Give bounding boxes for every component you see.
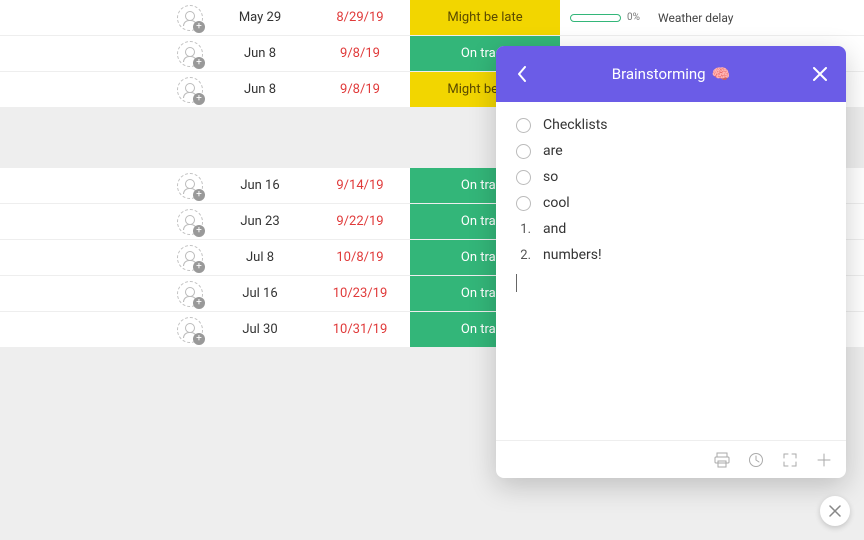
close-chip[interactable] — [820, 496, 850, 526]
numbered-item[interactable]: 2. numbers! — [516, 242, 826, 268]
number-marker: 2. — [516, 248, 531, 263]
start-date: Jun 16 — [210, 178, 310, 193]
due-date: 9/8/19 — [310, 82, 410, 97]
assign-person-icon: + — [177, 41, 203, 67]
due-date: 9/8/19 — [310, 46, 410, 61]
assign-person-icon: + — [177, 5, 203, 31]
chevron-left-icon — [517, 66, 527, 82]
brain-emoji-icon: 🧠 — [712, 65, 731, 83]
start-date: Jul 30 — [210, 322, 310, 337]
note-cell[interactable]: Weather delay — [650, 11, 864, 25]
history-icon — [748, 452, 764, 468]
due-date: 10/31/19 — [310, 322, 410, 337]
assign-cell[interactable]: + — [170, 41, 210, 67]
numbered-item[interactable]: 1. and — [516, 216, 826, 242]
add-button[interactable] — [816, 452, 832, 468]
checklist-text: cool — [543, 195, 570, 211]
close-button[interactable] — [810, 64, 830, 84]
printer-icon — [714, 452, 730, 468]
history-button[interactable] — [748, 452, 764, 468]
panel-title-text: Brainstorming — [612, 65, 706, 83]
assign-cell[interactable]: + — [170, 245, 210, 271]
checklist-item[interactable]: Checklists — [516, 112, 826, 138]
checklist-item[interactable]: cool — [516, 190, 826, 216]
brainstorming-panel: Brainstorming 🧠 Checklists are so cool 1… — [496, 46, 846, 478]
assign-person-icon: + — [177, 281, 203, 307]
checklist-text: are — [543, 143, 563, 159]
checkbox-icon[interactable] — [516, 144, 531, 159]
start-date: May 29 — [210, 10, 310, 25]
assign-person-icon: + — [177, 173, 203, 199]
back-button[interactable] — [512, 64, 532, 84]
assign-person-icon: + — [177, 209, 203, 235]
panel-header: Brainstorming 🧠 — [496, 46, 846, 102]
start-date: Jul 8 — [210, 250, 310, 265]
checklist-item[interactable]: so — [516, 164, 826, 190]
progress-cell[interactable]: 0% — [560, 12, 650, 23]
assign-cell[interactable]: + — [170, 5, 210, 31]
checklist-text: Checklists — [543, 117, 608, 133]
numbered-text: and — [543, 221, 566, 237]
numbered-text: numbers! — [543, 247, 602, 263]
assign-person-icon: + — [177, 245, 203, 271]
start-date: Jun 8 — [210, 82, 310, 97]
checkbox-icon[interactable] — [516, 170, 531, 185]
status-cell[interactable]: Might be late — [410, 0, 560, 35]
progress-value: 0% — [627, 12, 640, 23]
panel-body[interactable]: Checklists are so cool 1. and 2. numbers… — [496, 102, 846, 440]
checkbox-icon[interactable] — [516, 196, 531, 211]
expand-icon — [782, 452, 798, 468]
checkbox-icon[interactable] — [516, 118, 531, 133]
assign-cell[interactable]: + — [170, 173, 210, 199]
start-date: Jun 23 — [210, 214, 310, 229]
table-row[interactable]: + May 29 8/29/19 Might be late 0% Weathe… — [0, 0, 864, 36]
start-date: Jun 8 — [210, 46, 310, 61]
text-cursor — [516, 274, 517, 292]
plus-icon — [816, 452, 832, 468]
due-date: 8/29/19 — [310, 10, 410, 25]
assign-person-icon: + — [177, 77, 203, 103]
assign-cell[interactable]: + — [170, 317, 210, 343]
due-date: 10/23/19 — [310, 286, 410, 301]
due-date: 9/22/19 — [310, 214, 410, 229]
checklist-text: so — [543, 169, 558, 185]
assign-cell[interactable]: + — [170, 209, 210, 235]
print-button[interactable] — [714, 452, 730, 468]
start-date: Jul 16 — [210, 286, 310, 301]
checklist-item[interactable]: are — [516, 138, 826, 164]
assign-cell[interactable]: + — [170, 77, 210, 103]
close-icon — [829, 505, 841, 517]
panel-title: Brainstorming 🧠 — [612, 65, 731, 83]
close-icon — [813, 67, 827, 81]
expand-button[interactable] — [782, 452, 798, 468]
due-date: 10/8/19 — [310, 250, 410, 265]
progress-bar — [570, 14, 621, 22]
panel-footer — [496, 440, 846, 478]
assign-cell[interactable]: + — [170, 281, 210, 307]
due-date: 9/14/19 — [310, 178, 410, 193]
number-marker: 1. — [516, 222, 531, 237]
assign-person-icon: + — [177, 317, 203, 343]
